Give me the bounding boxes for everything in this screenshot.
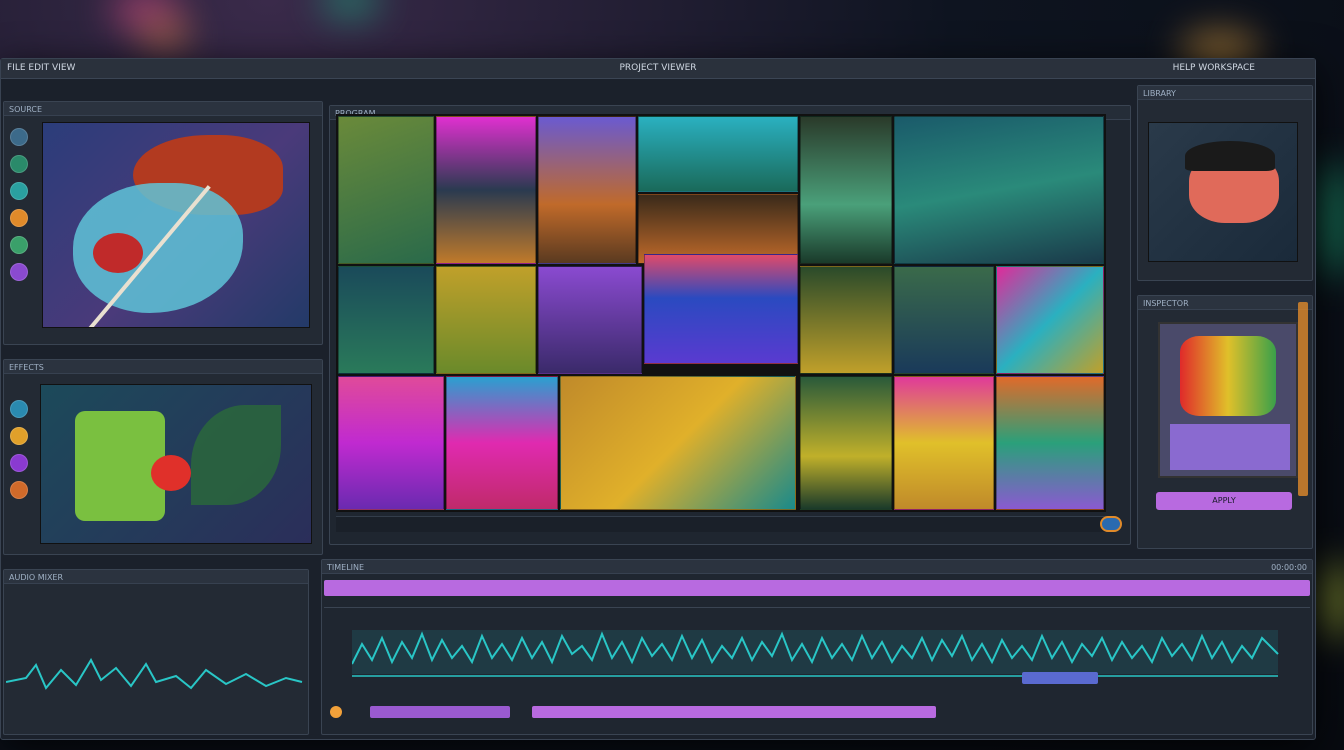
media-tile[interactable]	[538, 266, 642, 374]
playhead-marker[interactable]	[1022, 672, 1098, 684]
program-monitor: PROGRAM	[329, 105, 1131, 545]
cartoon-hair-shape	[1185, 141, 1275, 171]
audio-mixer-panel: AUDIO MIXER	[3, 569, 309, 735]
window-title: PROJECT VIEWER	[619, 63, 697, 73]
library-title: LIBRARY	[1138, 86, 1312, 100]
effects-panel-title: EFFECTS	[4, 360, 322, 374]
media-tile[interactable]	[800, 116, 892, 264]
media-tile[interactable]	[538, 116, 636, 264]
timeline-panel: TIMELINE 00:00:00	[321, 559, 1313, 735]
ruler	[324, 598, 1310, 608]
audio-wave-line	[6, 657, 303, 690]
media-tile[interactable]	[894, 116, 1104, 264]
media-tile[interactable]	[638, 116, 798, 192]
program-record-icon[interactable]	[1100, 516, 1122, 532]
inspector-scrollbar[interactable]	[1298, 302, 1308, 496]
media-tile[interactable]	[894, 376, 994, 510]
media-tile[interactable]	[560, 376, 796, 510]
red-flower-shape	[151, 455, 191, 491]
effects-panel: EFFECTS	[3, 359, 323, 555]
inspector-title: INSPECTOR	[1138, 296, 1312, 310]
media-tile[interactable]	[446, 376, 558, 510]
purple-clip-track[interactable]	[370, 706, 510, 718]
library-preview[interactable]	[1148, 122, 1298, 262]
brush-icon[interactable]	[10, 128, 28, 146]
teal-dot-icon[interactable]	[10, 400, 28, 418]
program-controls	[336, 516, 1106, 532]
orange-dot-icon[interactable]	[10, 481, 28, 499]
inspector-preview[interactable]	[1158, 322, 1298, 478]
editor-window: FILE EDIT VIEW PROJECT VIEWER HELP WORKS…	[0, 58, 1316, 740]
character-figure-shape	[1180, 336, 1276, 416]
timeline-title: TIMELINE 00:00:00	[322, 560, 1312, 574]
inspector-apply-button[interactable]: APPLY	[1156, 492, 1292, 510]
audio-waveform[interactable]	[352, 624, 1282, 694]
media-tile[interactable]	[996, 376, 1104, 510]
source-panel: SOURCE	[3, 101, 323, 345]
media-tile[interactable]	[800, 266, 892, 374]
bokeh-light	[320, 0, 380, 20]
orange-dot-icon[interactable]	[10, 427, 28, 445]
plant-leaf-shape	[191, 405, 281, 505]
palette-icon[interactable]	[10, 155, 28, 173]
audio-mixer-title: AUDIO MIXER	[4, 570, 308, 584]
media-tile[interactable]	[338, 376, 444, 510]
purple-dot-icon[interactable]	[10, 454, 28, 472]
media-tile[interactable]	[644, 254, 798, 364]
media-tile[interactable]	[996, 266, 1104, 374]
menu-right[interactable]: HELP WORKSPACE	[1173, 63, 1255, 73]
preview-lower-shape	[1170, 424, 1290, 470]
purple-dot-icon[interactable]	[10, 263, 28, 281]
media-grid	[336, 114, 1106, 512]
tool-column	[10, 128, 28, 281]
media-tile[interactable]	[800, 376, 892, 510]
media-tile[interactable]	[338, 266, 434, 374]
audio-wave-graph	[6, 657, 303, 690]
source-preview[interactable]	[42, 122, 310, 328]
video-track[interactable]	[324, 580, 1310, 596]
bokeh-light	[140, 20, 190, 50]
orange-dot-icon[interactable]	[10, 209, 28, 227]
media-tile[interactable]	[894, 266, 994, 374]
timeline-timecode: 00:00:00	[1271, 563, 1307, 572]
timeline-record-icon[interactable]	[330, 706, 342, 718]
effects-tool-column	[10, 400, 28, 499]
menu-left[interactable]: FILE EDIT VIEW	[7, 63, 75, 73]
library-panel: LIBRARY	[1137, 85, 1313, 281]
cartoon-face-shape	[93, 233, 143, 273]
bokeh-light	[1318, 160, 1344, 280]
timeline-title-label: TIMELINE	[327, 563, 365, 572]
media-tile[interactable]	[436, 266, 536, 374]
menu-bar: FILE EDIT VIEW PROJECT VIEWER HELP WORKS…	[1, 59, 1315, 79]
media-tile[interactable]	[436, 116, 536, 264]
purple-clip-track[interactable]	[532, 706, 936, 718]
bokeh-light	[1320, 560, 1344, 640]
inspector-panel: INSPECTOR APPLY	[1137, 295, 1313, 549]
layers-icon[interactable]	[10, 182, 28, 200]
source-panel-title: SOURCE	[4, 102, 322, 116]
effects-preview[interactable]	[40, 384, 312, 544]
cyan-dot-icon[interactable]	[10, 236, 28, 254]
media-tile[interactable]	[338, 116, 434, 264]
